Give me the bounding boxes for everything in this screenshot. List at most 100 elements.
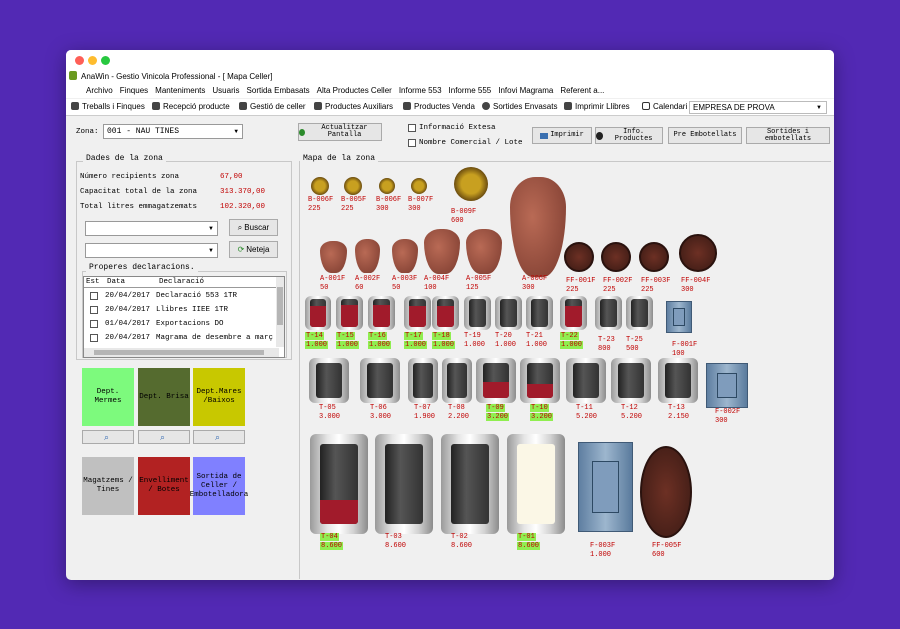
medium-tank[interactable] (408, 358, 438, 403)
tank-name: B-009F (451, 208, 477, 216)
medium-tank[interactable] (520, 358, 560, 403)
col-data: Data (107, 278, 126, 286)
search-input[interactable]: ▼ (85, 221, 218, 236)
dept-mermes-search-button[interactable]: ⌕ (82, 430, 134, 444)
print-button[interactable]: Imprimir (532, 127, 592, 144)
small-tank[interactable] (595, 296, 622, 330)
pot-vessel[interactable] (454, 167, 488, 201)
barrel-vessel[interactable] (639, 242, 669, 272)
toolbar-imprimir-llibres[interactable]: Imprimir Llibres (564, 99, 630, 116)
small-tank[interactable] (560, 296, 587, 330)
menu-sortida-embasats[interactable]: Sortida Embasats (247, 86, 310, 95)
toolbar-gestio-celler[interactable]: Gestió de celler (239, 99, 306, 116)
large-tank[interactable] (310, 434, 368, 534)
small-tank[interactable] (336, 296, 363, 330)
toolbar-treballs[interactable]: Treballs i Finques (71, 99, 145, 116)
table-row[interactable]: 20/04/2017 Magrama de desembre a març (84, 333, 279, 345)
bottled-out-button[interactable]: Sortides i embotellats (746, 127, 830, 144)
sortida-celler-tile[interactable]: Sortida de Celler / Embotelladora (190, 457, 248, 515)
dept-mares-tile[interactable]: Dept.Mares /Baixos (193, 368, 245, 426)
table-row[interactable]: 01/04/2017 Exportacions DO (84, 319, 279, 331)
row-checkbox[interactable] (90, 334, 98, 342)
tank-interior (600, 299, 617, 327)
menu-archivo[interactable]: Archivo (86, 86, 113, 95)
envelliment-tile[interactable]: Envelliment / Botes (138, 457, 190, 515)
large-tank[interactable] (507, 434, 565, 534)
steel-tank[interactable] (706, 363, 748, 408)
menu-referent[interactable]: Referent a... (560, 86, 604, 95)
pre-bottled-button[interactable]: Pre Embotellats (668, 127, 742, 144)
row-checkbox[interactable] (90, 292, 98, 300)
pot-vessel[interactable] (344, 177, 362, 195)
row-checkbox[interactable] (90, 320, 98, 328)
medium-tank[interactable] (566, 358, 606, 403)
company-select[interactable]: EMPRESA DE PROVA ▼ (689, 101, 827, 114)
pot-vessel[interactable] (411, 178, 427, 194)
tank-interior (500, 299, 517, 327)
barrel-vessel[interactable] (564, 242, 594, 272)
small-tank[interactable] (432, 296, 459, 330)
minimize-window-button[interactable] (88, 56, 97, 65)
pot-vessel[interactable] (311, 177, 329, 195)
dept-brisa-tile[interactable]: Dept. Brisa (138, 368, 190, 426)
medium-tank[interactable] (658, 358, 698, 403)
info-extesa-checkbox[interactable] (408, 124, 416, 132)
toolbar-auxiliars[interactable]: Productes Auxiliars (314, 99, 393, 116)
tank-interior (310, 299, 326, 327)
search-icon: ⌕ (104, 432, 110, 442)
menu-finques[interactable]: Finques (120, 86, 148, 95)
vertical-scrollbar[interactable] (276, 277, 284, 347)
steel-tank[interactable] (666, 301, 692, 333)
menu-informe-553[interactable]: Informe 553 (399, 86, 442, 95)
tank-name: T-01 (517, 533, 536, 541)
dept-mares-search-button[interactable]: ⌕ (193, 430, 245, 444)
large-tank[interactable] (375, 434, 433, 534)
medium-tank[interactable] (611, 358, 651, 403)
toolbar-recepcio[interactable]: Recepció producte (152, 99, 230, 116)
row-checkbox[interactable] (90, 306, 98, 314)
toolbar-productes-venda[interactable]: Productes Venda (403, 99, 475, 116)
search-button[interactable]: ⌕ Buscar (229, 219, 278, 236)
small-tank[interactable] (404, 296, 431, 330)
close-window-button[interactable] (75, 56, 84, 65)
tank-label: A-005F 125 (466, 275, 491, 292)
menu-infovi[interactable]: Infovi Magrama (498, 86, 553, 95)
barrel-vessel[interactable] (640, 446, 692, 538)
medium-tank[interactable] (309, 358, 349, 403)
menu-alta-productes[interactable]: Alta Productes Celler (317, 86, 392, 95)
table-row[interactable]: 20/04/2017 Llibres IIEE 1TR (84, 305, 279, 317)
small-tank[interactable] (464, 296, 491, 330)
barrel-vessel[interactable] (679, 234, 717, 272)
clear-button[interactable]: ⟳ Neteja (229, 241, 278, 258)
barrel-vessel[interactable] (601, 242, 631, 272)
table-row[interactable]: 20/04/2017 Declaració 553 1TR (84, 291, 279, 303)
small-tank[interactable] (526, 296, 553, 330)
info-products-button[interactable]: Info. Productes (595, 127, 663, 144)
toolbar-calendari[interactable]: Calendari (642, 99, 687, 116)
small-tank[interactable] (368, 296, 395, 330)
steel-tank[interactable] (578, 442, 633, 532)
pot-vessel[interactable] (379, 178, 395, 194)
small-tank[interactable] (305, 296, 331, 330)
search-input-2[interactable]: ▼ (85, 243, 218, 258)
small-tank[interactable] (495, 296, 522, 330)
large-tank[interactable] (441, 434, 499, 534)
trade-name-checkbox[interactable] (408, 139, 416, 147)
small-tank[interactable] (626, 296, 653, 330)
horizontal-scrollbar[interactable] (84, 348, 279, 357)
refresh-button[interactable]: Actualitzar Pantalla (298, 123, 382, 141)
medium-tank[interactable] (360, 358, 400, 403)
dept-brisa-search-button[interactable]: ⌕ (138, 430, 190, 444)
menu-informe-555[interactable]: Informe 555 (449, 86, 492, 95)
toolbar-sortides-envasats[interactable]: Sortides Envasats (482, 99, 557, 116)
medium-tank[interactable] (442, 358, 472, 403)
menu-manteniments[interactable]: Manteniments (155, 86, 205, 95)
maximize-window-button[interactable] (101, 56, 110, 65)
zone-select[interactable]: 001 - NAU TINES ▼ (103, 124, 243, 139)
magatzems-tile[interactable]: Magatzems / Tines (82, 457, 134, 515)
dept-mermes-tile[interactable]: Dept. Mermes (82, 368, 134, 426)
menu-usuaris[interactable]: Usuaris (212, 86, 239, 95)
medium-tank[interactable] (476, 358, 516, 403)
tank-label: T-18 1.000 (432, 332, 456, 349)
tank-capacity: 600 (451, 216, 464, 225)
